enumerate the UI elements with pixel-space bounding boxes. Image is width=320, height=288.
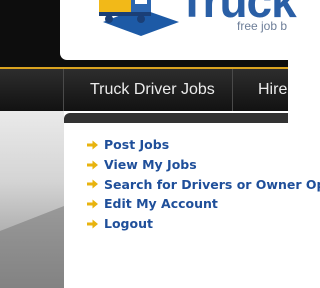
main-nav: Truck Driver Jobs Hire — [0, 69, 288, 111]
account-menu: Post Jobs View My Jobs Search for Driver… — [86, 135, 320, 233]
post-jobs-link[interactable]: Post Jobs — [104, 137, 169, 152]
nav-divider — [63, 69, 64, 111]
menu-item-edit-account: Edit My Account — [86, 194, 320, 214]
content-header-bar — [64, 113, 288, 123]
arrow-right-icon — [87, 199, 98, 209]
nav-item-hire[interactable]: Hire — [258, 81, 287, 99]
truck-logo-icon — [99, 0, 179, 36]
road-silhouette-graphic — [0, 206, 64, 288]
arrow-right-icon — [87, 140, 98, 150]
menu-item-search-drivers: Search for Drivers or Owner Ope — [86, 174, 320, 194]
nav-divider — [232, 69, 233, 111]
edit-account-link[interactable]: Edit My Account — [104, 196, 218, 211]
search-drivers-link[interactable]: Search for Drivers or Owner Ope — [104, 177, 320, 192]
arrow-right-icon — [87, 219, 98, 229]
menu-item-view-my-jobs: View My Jobs — [86, 155, 320, 175]
menu-item-post-jobs: Post Jobs — [86, 135, 320, 155]
menu-item-logout: Logout — [86, 214, 320, 234]
logo-tagline: free job b — [237, 19, 288, 33]
logout-link[interactable]: Logout — [104, 216, 153, 231]
arrow-right-icon — [87, 179, 98, 189]
view-my-jobs-link[interactable]: View My Jobs — [104, 157, 197, 172]
sidebar-panel — [0, 111, 64, 288]
nav-item-truck-driver-jobs[interactable]: Truck Driver Jobs — [90, 81, 215, 99]
arrow-right-icon — [87, 160, 98, 170]
logo[interactable]: Truck free job b — [60, 0, 300, 60]
